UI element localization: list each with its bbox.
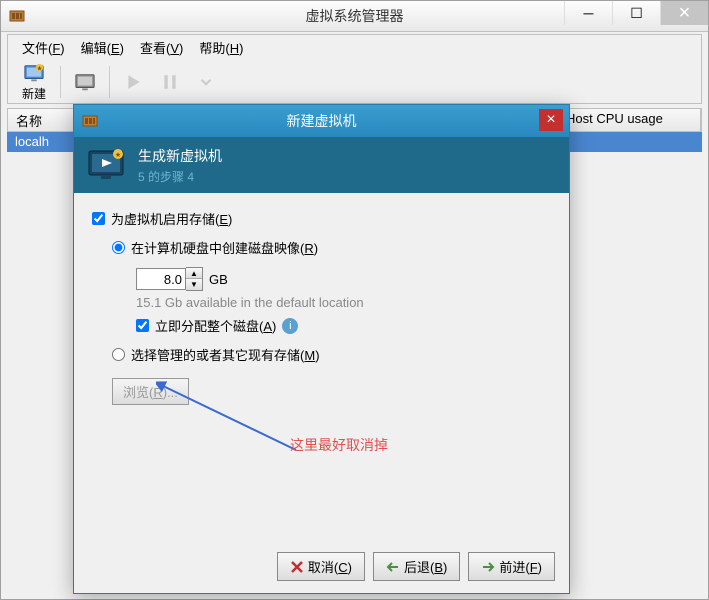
spin-down-button[interactable]: ▼ — [186, 279, 202, 290]
toolbar-pause-button[interactable] — [156, 68, 184, 96]
enable-storage-checkbox[interactable]: 为虚拟机启用存储(E) — [92, 209, 551, 228]
close-button[interactable]: × — [660, 1, 708, 25]
svg-text:★: ★ — [115, 151, 121, 159]
monitor-icon — [74, 71, 96, 93]
menu-help[interactable]: 帮助(H) — [191, 36, 251, 59]
enable-storage-input[interactable] — [92, 212, 105, 225]
monitor-play-icon: ★ — [86, 145, 126, 185]
info-icon[interactable]: i — [282, 318, 298, 334]
toolbar-open-button[interactable] — [71, 68, 99, 96]
browse-button: 浏览(R)... — [112, 378, 189, 405]
menu-edit[interactable]: 编辑(E) — [73, 36, 132, 59]
pause-icon — [161, 73, 179, 91]
main-titlebar: 虚拟系统管理器 ─ ☐ × — [1, 1, 708, 32]
available-text: 15.1 Gb available in the default locatio… — [136, 295, 551, 310]
menu-view[interactable]: 查看(V) — [132, 36, 191, 59]
toolbar-separator — [109, 66, 110, 98]
dialog-close-button[interactable]: × — [539, 109, 563, 131]
minimize-button[interactable]: ─ — [564, 1, 612, 25]
gb-label: GB — [209, 272, 228, 287]
annotation-text: 这里最好取消掉 — [290, 435, 388, 455]
spin-up-button[interactable]: ▲ — [186, 268, 202, 279]
toolbar-separator — [60, 66, 61, 98]
chevron-down-icon — [197, 73, 215, 91]
main-menubar: 文件(F) 编辑(E) 查看(V) 帮助(H) — [7, 34, 702, 60]
disk-size-row: ▲ ▼ GB — [136, 267, 551, 291]
create-image-radio[interactable]: 在计算机硬盘中创建磁盘映像(R) — [112, 238, 551, 257]
allocate-now-input[interactable] — [136, 319, 149, 332]
toolbar: ★ 新建 — [7, 60, 702, 104]
cancel-icon — [290, 560, 304, 574]
maximize-button[interactable]: ☐ — [612, 1, 660, 25]
play-icon — [125, 73, 143, 91]
vm-icon — [82, 113, 98, 129]
main-title: 虚拟系统管理器 — [306, 6, 404, 26]
managed-storage-radio[interactable]: 选择管理的或者其它现有存储(M) — [112, 345, 551, 364]
dialog-header: ★ 生成新虚拟机 5 的步骤 4 — [74, 137, 569, 193]
managed-storage-input[interactable] — [112, 348, 125, 361]
dialog-header-text: 生成新虚拟机 5 的步骤 4 — [138, 146, 222, 185]
vm-icon — [9, 8, 25, 24]
toolbar-play-button[interactable] — [120, 68, 148, 96]
dialog-body: 为虚拟机启用存储(E) 在计算机硬盘中创建磁盘映像(R) ▲ ▼ GB 15.1… — [74, 193, 569, 415]
table-col-cpu[interactable]: Host CPU usage — [558, 109, 701, 131]
dialog-footer: 取消(C) 后退(B) 前进(F) — [277, 552, 555, 581]
create-image-input[interactable] — [112, 241, 125, 254]
monitor-new-icon: ★ — [23, 62, 45, 84]
arrow-left-icon — [386, 560, 400, 574]
dialog-header-step: 5 的步骤 4 — [138, 168, 222, 185]
toolbar-new-label: 新建 — [22, 85, 46, 102]
dialog-title: 新建虚拟机 — [287, 111, 357, 131]
disk-size-spinner: ▲ ▼ — [186, 267, 203, 291]
toolbar-shutdown-button[interactable] — [192, 68, 220, 96]
svg-text:★: ★ — [37, 65, 43, 72]
disk-size-input[interactable] — [136, 268, 186, 290]
cancel-button[interactable]: 取消(C) — [277, 552, 365, 581]
allocate-now-checkbox[interactable]: 立即分配整个磁盘(A) i — [136, 316, 551, 335]
dialog-titlebar: 新建虚拟机 × — [74, 105, 569, 137]
window-controls: ─ ☐ × — [564, 1, 708, 25]
new-vm-dialog: 新建虚拟机 × ★ 生成新虚拟机 5 的步骤 4 为虚拟机启用存储(E) 在计算… — [73, 104, 570, 594]
dialog-header-title: 生成新虚拟机 — [138, 146, 222, 166]
forward-button[interactable]: 前进(F) — [468, 552, 555, 581]
menu-file[interactable]: 文件(F) — [14, 36, 73, 59]
back-button[interactable]: 后退(B) — [373, 552, 460, 581]
arrow-right-icon — [481, 560, 495, 574]
toolbar-new-button[interactable]: ★ 新建 — [14, 60, 54, 104]
